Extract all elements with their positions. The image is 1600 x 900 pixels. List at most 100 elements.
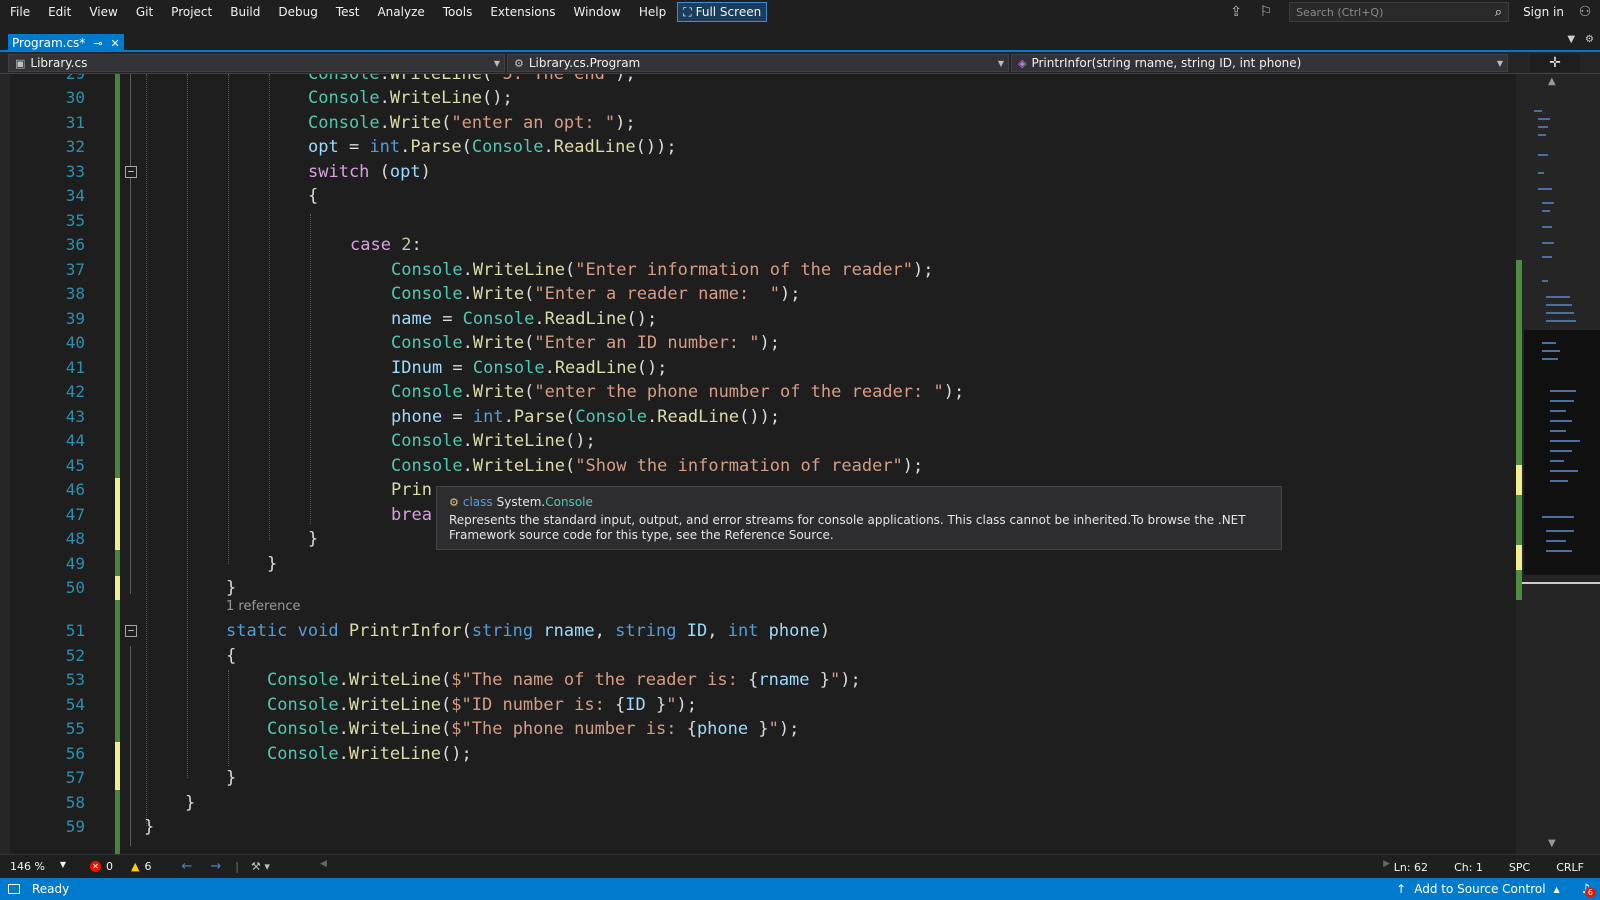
line-number: 49	[65, 554, 85, 573]
code-line: Console.WriteLine($"The name of the read…	[267, 670, 861, 690]
code-line: Console.WriteLine("Show the information …	[391, 456, 924, 476]
pin-icon[interactable]: ⊸	[93, 37, 102, 50]
minimap-line	[1550, 420, 1572, 422]
line-number: 32	[65, 137, 85, 156]
code-line: Console.Write("Enter a reader name: ");	[391, 284, 801, 304]
scroll-up-icon[interactable]: ▲	[1548, 76, 1556, 87]
menu-tools[interactable]: Tools	[434, 1, 482, 23]
full-screen-button[interactable]: ⛶ Full Screen	[677, 2, 768, 22]
minimap-line	[1542, 350, 1560, 352]
tooltip-class-name[interactable]: Console	[545, 495, 593, 509]
line-indicator[interactable]: Ln: 62	[1394, 861, 1428, 874]
ready-status: Ready	[32, 882, 70, 896]
menu-view[interactable]: View	[80, 1, 126, 23]
code-line: Console.WriteLine($"ID number is: {ID }"…	[267, 695, 697, 715]
line-number: 46	[65, 480, 85, 499]
code-editor[interactable]: 29 30 31 32 33 34 35 36 37 38 39 40 41 4…	[0, 74, 1516, 854]
back-arrow-icon[interactable]: ←	[181, 859, 192, 874]
line-number: 34	[65, 186, 85, 205]
scroll-down-icon[interactable]: ▼	[1548, 838, 1556, 849]
menu-extensions[interactable]: Extensions	[481, 1, 564, 23]
code-line: static void PrintrInfor(string rname, st…	[226, 621, 831, 641]
menu-edit[interactable]: Edit	[39, 1, 80, 23]
menu-window[interactable]: Window	[565, 1, 630, 23]
code-line: {	[226, 646, 237, 666]
menu-help[interactable]: Help	[630, 1, 675, 23]
outline-line	[130, 74, 131, 594]
line-number: 36	[65, 235, 85, 254]
unsaved-change-marker	[115, 742, 120, 790]
column-indicator[interactable]: Ch: 1	[1454, 861, 1483, 874]
scrollbar-overview[interactable]: ▲ ▼	[1516, 74, 1600, 854]
menu-right: ⇪ ⚐ Search (Ctrl+Q) ⌕ Sign in ⚇	[1221, 0, 1600, 24]
unsaved-change-marker	[1516, 465, 1522, 495]
tab-strip-controls: ▼ ⚙	[1567, 34, 1594, 45]
change-overview	[1516, 90, 1522, 835]
collapse-icon[interactable]: −	[125, 166, 137, 178]
type-dropdown[interactable]: ⚙ Library.cs.Program ▼	[507, 54, 1009, 72]
sign-in-button[interactable]: Sign in	[1517, 5, 1570, 19]
scroll-right-icon[interactable]: ▶	[1383, 859, 1390, 869]
live-share-icon[interactable]: ⇪	[1221, 4, 1251, 20]
minimap-line	[1550, 430, 1566, 432]
tooltip-description: Represents the standard input, output, a…	[449, 513, 1246, 542]
zoom-dropdown[interactable]: 146 % ▼	[10, 860, 66, 873]
horizontal-scrollbar[interactable]: ◀ ▶	[320, 859, 1390, 873]
code-line: }	[267, 554, 278, 574]
menu-build[interactable]: Build	[221, 1, 269, 23]
minimap-line	[1534, 110, 1542, 112]
minimap-line	[1542, 280, 1548, 282]
scroll-left-icon[interactable]: ◀	[320, 859, 327, 869]
collapse-icon[interactable]: −	[125, 625, 137, 637]
minimap[interactable]	[1524, 90, 1600, 835]
menu-analyze[interactable]: Analyze	[368, 1, 433, 23]
minimap-line	[1538, 172, 1544, 174]
menu-project[interactable]: Project	[162, 1, 221, 23]
minimap-line	[1538, 154, 1548, 156]
code-line: case 2:	[350, 235, 422, 255]
type-name: Library.cs.Program	[528, 56, 641, 70]
cleanup-brush-icon[interactable]: ⚒ ▾	[251, 860, 270, 873]
minimap-line	[1538, 118, 1550, 120]
status-bar: Ready ↑ Add to Source Control ▲ ♪6	[0, 878, 1600, 900]
error-count[interactable]: ✕ 0	[90, 860, 113, 873]
member-dropdown[interactable]: ◈ PrintrInfor(string rname, string ID, i…	[1011, 54, 1508, 72]
menu-debug[interactable]: Debug	[269, 1, 326, 23]
ready-icon	[8, 884, 20, 894]
minimap-line	[1550, 460, 1564, 462]
upload-icon: ↑	[1396, 882, 1407, 896]
minimap-line	[1538, 134, 1546, 136]
line-ending-indicator[interactable]: CRLF	[1556, 861, 1584, 874]
warning-count[interactable]: ▲ 6	[131, 860, 151, 873]
menu-file[interactable]: File	[0, 1, 39, 23]
account-icon[interactable]: ⚇	[1570, 4, 1600, 20]
menu-test[interactable]: Test	[327, 1, 369, 23]
split-icon[interactable]: ✛	[1530, 54, 1580, 72]
separator: |	[235, 860, 239, 873]
line-number: 40	[65, 333, 85, 352]
feedback-icon[interactable]: ⚐	[1251, 4, 1281, 20]
notification-badge: 6	[1584, 887, 1596, 897]
settings-gear-icon[interactable]: ⚙	[1585, 34, 1594, 45]
code-line: }	[226, 768, 237, 788]
unsaved-change-marker	[115, 576, 120, 600]
tab-list-dropdown-icon[interactable]: ▼	[1567, 34, 1575, 45]
add-to-source-control-button[interactable]: Add to Source Control	[1414, 882, 1545, 896]
indent-guide	[269, 74, 270, 540]
codelens-references[interactable]: 1 reference	[226, 599, 300, 614]
code-line: }	[226, 578, 237, 598]
minimap-line	[1550, 390, 1576, 392]
overview-divider	[1522, 582, 1600, 584]
line-number: 29	[30, 74, 85, 86]
menu-git[interactable]: Git	[127, 1, 162, 23]
search-box[interactable]: Search (Ctrl+Q) ⌕	[1289, 2, 1510, 22]
notification-icon[interactable]: ♪6	[1582, 882, 1596, 897]
unsaved-change-marker	[115, 478, 120, 550]
tab-program-cs[interactable]: Program.cs* ⊸ ✕	[8, 34, 124, 52]
spacing-indicator[interactable]: SPC	[1509, 861, 1530, 874]
forward-arrow-icon[interactable]: →	[210, 859, 221, 874]
close-icon[interactable]: ✕	[111, 37, 120, 50]
minimap-viewport[interactable]	[1524, 330, 1600, 575]
line-number: 55	[65, 719, 85, 738]
project-dropdown[interactable]: ▣ Library.cs ▼	[8, 54, 505, 72]
